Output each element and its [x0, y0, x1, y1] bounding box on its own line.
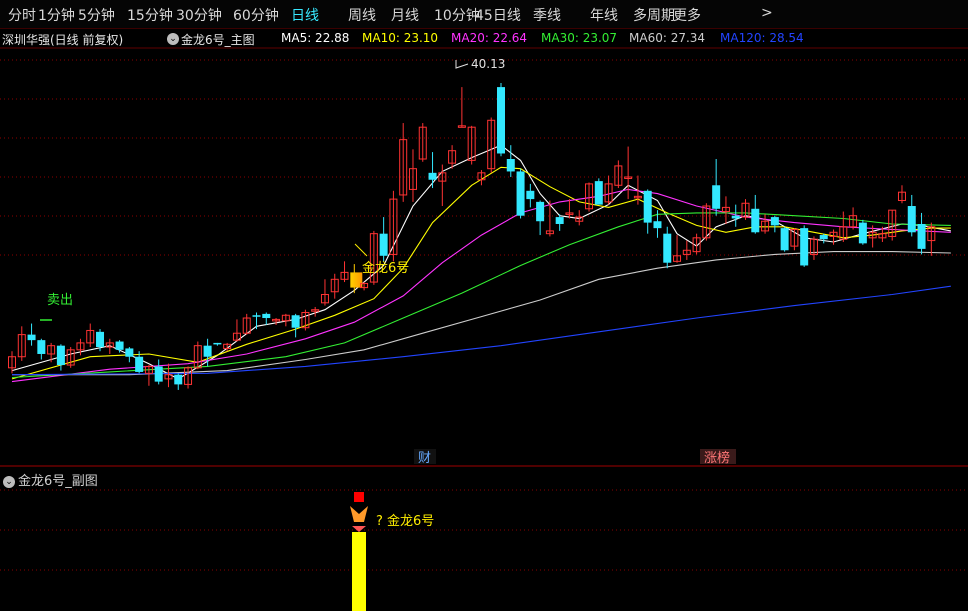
ma-line-ma10: [11, 166, 951, 380]
ma-line-ma60: [12, 251, 951, 376]
candle-down: [555, 217, 564, 224]
candle-down: [213, 342, 222, 345]
candle-down: [770, 217, 779, 226]
collapse-icon[interactable]: ⌄: [3, 475, 15, 488]
candle-down: [653, 221, 662, 229]
candle-down: [174, 374, 183, 385]
candle-down: [751, 208, 760, 233]
candle-down: [96, 331, 105, 348]
candle-down: [858, 222, 867, 244]
candle-down: [663, 233, 672, 263]
candle-down: [819, 235, 828, 240]
candle-down: [712, 185, 721, 209]
subchart-signal-bar: [352, 532, 366, 611]
candle-down: [643, 190, 652, 223]
subchart-title[interactable]: 金龙6号_副图: [18, 474, 98, 489]
high-price-label: 40.13: [471, 57, 505, 71]
candle-down: [516, 171, 525, 216]
subchart-header: ⌄ 金龙6号_副图: [0, 470, 98, 489]
candle-down: [497, 87, 505, 154]
ma-line-ma120: [11, 285, 951, 376]
subchart-red-marker: [354, 492, 364, 502]
sell-label: 卖出: [47, 293, 73, 308]
candle-down: [125, 348, 134, 357]
cai-badge: 财: [418, 451, 431, 466]
dragon-icon-base: [352, 526, 366, 532]
high-price-pointer: [455, 60, 469, 69]
candle-down: [800, 228, 809, 266]
candle-down: [917, 223, 926, 249]
candle-down: [731, 215, 740, 219]
candle-down: [203, 345, 212, 357]
candle-down: [252, 315, 261, 317]
candle-down: [56, 345, 65, 366]
candle-down: [526, 190, 535, 200]
candle-down: [291, 315, 300, 328]
candle-down: [154, 366, 163, 382]
candle-down: [506, 159, 515, 172]
candle-down: [780, 228, 789, 251]
candle-down: [135, 356, 144, 372]
candle-down: [115, 341, 124, 350]
candle-down: [37, 340, 46, 354]
candle-down: [27, 334, 36, 341]
dragon-icon: [350, 506, 368, 522]
kline-chart: 卖出 金龙6号 40.13 财 涨榜 ? 金龙6号: [0, 47, 968, 611]
candle-down: [379, 233, 388, 256]
subchart-signal-label: ? 金龙6号: [376, 513, 434, 529]
candle-down: [594, 181, 603, 205]
ma-line-ma20: [11, 188, 951, 383]
candle-down: [907, 206, 916, 233]
candle-down: [428, 172, 437, 180]
signal-pointer: [354, 243, 368, 257]
zhangbang-badge: 涨榜: [704, 450, 730, 466]
candle-down: [262, 313, 271, 319]
ma-line-ma30: [11, 212, 951, 379]
candle-down: [536, 201, 545, 222]
signal-label: 金龙6号: [362, 260, 409, 276]
